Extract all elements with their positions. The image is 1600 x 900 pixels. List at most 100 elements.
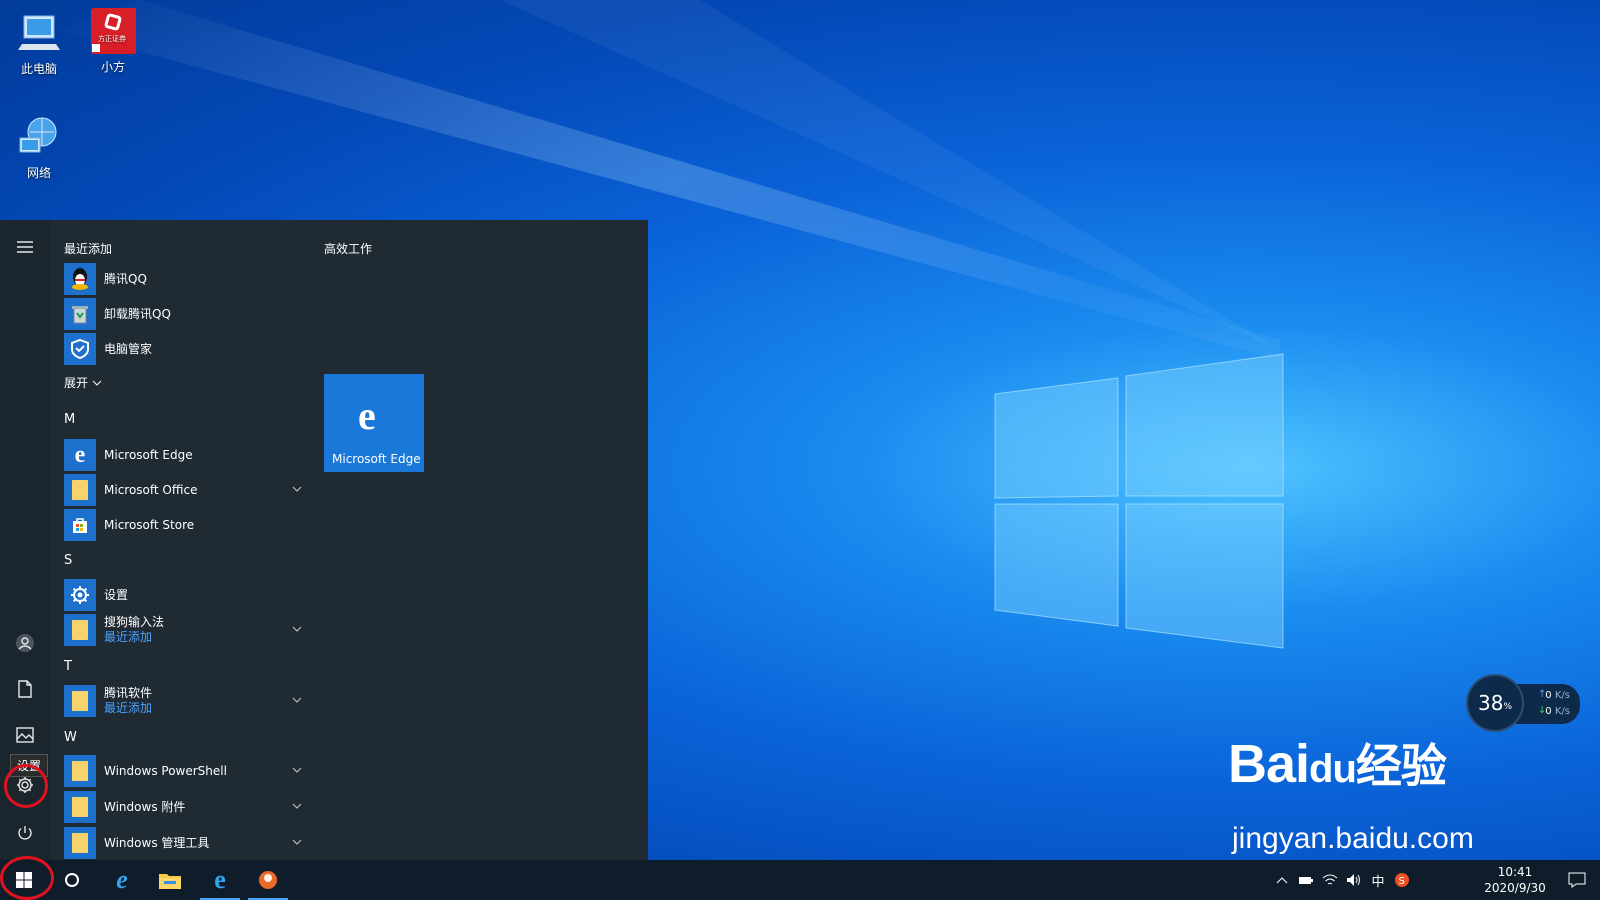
clock-date: 2020/9/30 [1484, 881, 1546, 895]
list-item-tencent-software[interactable]: 腾讯软件 最近添加 [64, 684, 304, 718]
clock[interactable]: 10:41 2020/9/30 [1480, 864, 1550, 896]
list-item-windows-accessories[interactable]: Windows 附件 [64, 790, 304, 824]
tile-label: Microsoft Edge [332, 452, 421, 466]
network-icon [16, 114, 62, 160]
network-speed-widget[interactable]: 0 K/s 0 K/s ↑ ↓ 38% [1466, 674, 1582, 736]
tiles-group-header[interactable]: 高效工作 [324, 240, 372, 257]
pictures-button[interactable] [0, 712, 50, 758]
app-name: Microsoft Office [104, 482, 198, 497]
chevron-up-icon [1276, 877, 1288, 884]
upload-arrow-icon: ↑ [1538, 689, 1547, 700]
folder-icon [64, 755, 96, 787]
system-tray: 中 S 10:41 2020/9/30 [1270, 860, 1600, 900]
chevron-down-icon[interactable] [290, 622, 304, 636]
desktop-icon-xiaofang[interactable]: 方正证券 小方 [78, 8, 148, 75]
list-item-sogou-input[interactable]: 搜狗输入法 最近添加 [64, 613, 304, 647]
action-center-button[interactable] [1554, 860, 1600, 900]
group-letter-m[interactable]: M [64, 412, 75, 427]
chevron-down-icon[interactable] [290, 763, 304, 777]
folder-icon [64, 474, 96, 506]
app-icon [259, 871, 277, 889]
list-item-pc-manager[interactable]: 电脑管家 [64, 332, 304, 366]
desktop-icon-label: 网络 [26, 166, 51, 180]
baidu-jingyan-watermark: Baidu经验 [1228, 734, 1447, 794]
chevron-down-icon[interactable] [290, 799, 304, 813]
folder-icon [64, 685, 96, 717]
notification-icon [1568, 872, 1586, 888]
hamburger-icon [17, 241, 33, 253]
list-item-windows-admin-tools[interactable]: Windows 管理工具 [64, 826, 304, 860]
app-name: Windows 附件 [104, 799, 186, 814]
memory-percent: 38 [1477, 691, 1504, 715]
taskbar-ie[interactable]: e [98, 860, 146, 900]
chevron-down-icon[interactable] [290, 835, 304, 849]
power-button[interactable] [0, 810, 50, 856]
user-account-button[interactable] [0, 620, 50, 666]
folder-icon [64, 791, 96, 823]
tile-microsoft-edge[interactable]: e Microsoft Edge [324, 374, 424, 472]
picture-icon [16, 727, 34, 743]
taskbar-app[interactable] [244, 860, 292, 900]
list-item-qq[interactable]: 腾讯QQ [64, 262, 304, 296]
recycle-icon [64, 298, 96, 330]
app-name: 卸载腾讯QQ [104, 306, 171, 321]
list-item-windows-powershell[interactable]: Windows PowerShell [64, 754, 304, 788]
memory-percent-unit: % [1503, 702, 1512, 712]
search-button[interactable] [48, 860, 96, 900]
recently-added-label: 最近添加 [104, 701, 153, 715]
clock-time: 10:41 [1497, 865, 1533, 879]
folder-icon [64, 827, 96, 859]
group-letter-t[interactable]: T [64, 659, 72, 674]
taskbar: e e 中 S 10:41 2020/9/30 [0, 860, 1600, 900]
baidu-jingyan-url: jingyan.baidu.com [1232, 822, 1474, 855]
documents-button[interactable] [0, 666, 50, 712]
list-item-microsoft-store[interactable]: Microsoft Store [64, 508, 304, 542]
download-arrow-icon: ↓ [1538, 705, 1547, 716]
recent-header: 最近添加 [64, 242, 113, 256]
power-icon [18, 826, 32, 840]
document-icon [18, 680, 32, 698]
svg-text:S: S [1399, 876, 1405, 887]
ime-indicator[interactable]: 中 [1366, 860, 1390, 900]
tiles-area: 高效工作 e Microsoft Edge [318, 220, 638, 860]
user-avatar-icon [16, 634, 34, 652]
app-shortcut-icon: 方正证券 [90, 8, 137, 54]
expand-label: 展开 [64, 376, 89, 390]
cortana-circle-icon [65, 873, 79, 887]
hamburger-menu-button[interactable] [0, 224, 50, 270]
list-item-uninstall-qq[interactable]: 卸载腾讯QQ [64, 297, 304, 331]
shield-icon [64, 333, 96, 365]
desktop-icon-network[interactable]: 网络 [4, 114, 74, 181]
battery-tray-icon[interactable] [1294, 860, 1318, 900]
highlight-ring-settings [4, 764, 48, 808]
desktop-icon-this-pc[interactable]: 此电脑 [4, 10, 74, 77]
taskbar-edge[interactable]: e [196, 860, 244, 900]
chevron-down-icon[interactable] [290, 482, 304, 496]
show-hidden-icons-button[interactable] [1270, 860, 1294, 900]
folder-icon [159, 874, 181, 889]
desktop-icon-label: 小方 [100, 60, 125, 74]
app-name: Microsoft Edge [104, 447, 193, 462]
start-menu: 设置 最近添加 腾讯QQ 卸载腾讯QQ 电脑管家 展开 M e Microsof… [0, 220, 648, 860]
group-letter-s[interactable]: S [64, 553, 72, 568]
folder-icon [64, 614, 96, 646]
store-icon [64, 509, 96, 541]
wifi-icon[interactable] [1318, 860, 1342, 900]
edge-icon: e [64, 439, 96, 471]
chevron-down-icon[interactable] [290, 693, 304, 707]
app-name: Windows PowerShell [104, 763, 227, 778]
group-letter-w[interactable]: W [64, 730, 77, 745]
internet-explorer-icon: e [116, 865, 128, 894]
chevron-down-icon [92, 380, 102, 386]
list-item-microsoft-edge[interactable]: e Microsoft Edge [64, 438, 304, 472]
app-name: 电脑管家 [104, 341, 153, 356]
app-list: 最近添加 腾讯QQ 卸载腾讯QQ 电脑管家 展开 M e Microsoft E… [58, 220, 308, 860]
expand-button[interactable]: 展开 [64, 374, 102, 391]
sogou-ime-icon[interactable]: S [1390, 860, 1414, 900]
list-item-settings[interactable]: 设置 [64, 578, 304, 612]
list-item-microsoft-office[interactable]: Microsoft Office [64, 473, 304, 507]
volume-icon[interactable] [1342, 860, 1366, 900]
qq-icon [64, 263, 96, 295]
taskbar-file-explorer[interactable] [146, 860, 194, 900]
app-name: 腾讯软件 [104, 686, 153, 700]
